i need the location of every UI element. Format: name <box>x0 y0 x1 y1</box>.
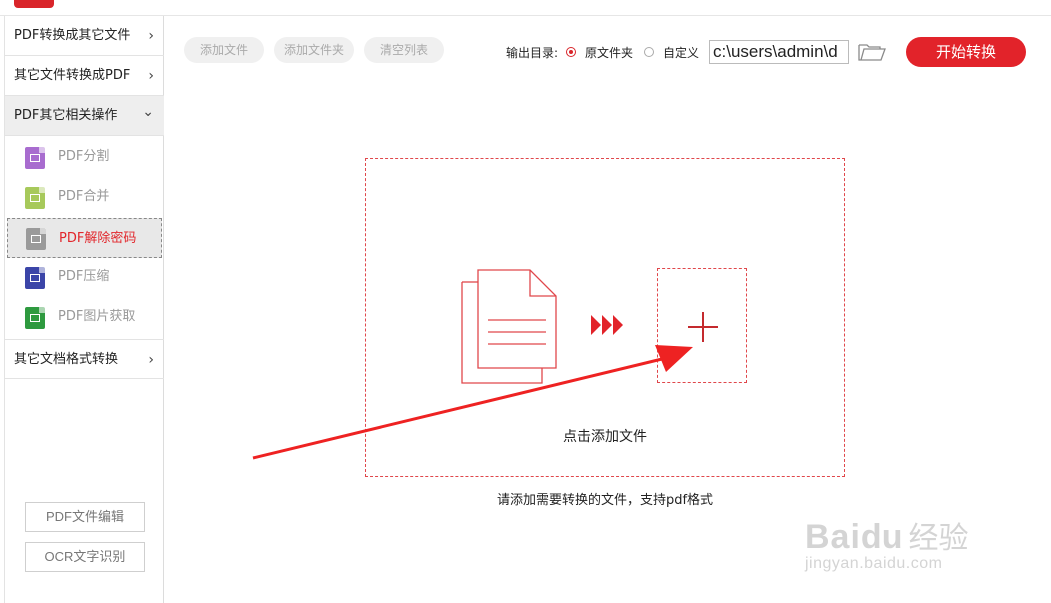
radio-original-folder[interactable] <box>566 47 576 57</box>
category-pdf-related[interactable]: PDF其它相关操作 ⌄ <box>5 96 164 136</box>
baidu-watermark: Baidu 经验 jingyan.baidu.com <box>805 513 968 573</box>
image-icon <box>25 307 45 329</box>
radio-original-label: 原文件夹 <box>585 46 634 60</box>
plus-icon <box>688 312 718 342</box>
sidebar-item-label: PDF解除密码 <box>59 231 137 246</box>
lock-icon <box>26 228 46 250</box>
category-label: 其它文件转换成PDF <box>14 68 131 83</box>
add-folder-button[interactable]: 添加文件夹 <box>274 37 354 63</box>
start-convert-button[interactable]: 开始转换 <box>906 37 1026 67</box>
app-logo <box>14 0 54 8</box>
ocr-button[interactable]: OCR文字识别 <box>25 542 145 572</box>
chevron-right-icon: › <box>148 68 154 84</box>
folder-open-icon[interactable] <box>858 42 886 62</box>
sidebar-item-pdf-image[interactable]: PDF图片获取 <box>5 297 164 337</box>
sidebar-item-label: PDF图片获取 <box>58 309 136 324</box>
pdf-edit-button[interactable]: PDF文件编辑 <box>25 502 145 532</box>
watermark-brand-du: du <box>860 518 903 556</box>
sidebar-item-label: PDF压缩 <box>58 269 110 284</box>
annotation-arrow <box>252 345 693 460</box>
compress-icon <box>25 267 45 289</box>
output-path-input[interactable]: c:\users\admin\d <box>709 40 849 64</box>
chevron-right-icon: › <box>148 352 154 368</box>
watermark-brand: Bai <box>805 518 861 556</box>
sidebar-item-pdf-compress[interactable]: PDF压缩 <box>5 257 164 297</box>
sidebar-item-label: PDF合并 <box>58 189 110 204</box>
radio-custom-folder[interactable] <box>644 47 654 57</box>
add-file-button[interactable]: 添加文件 <box>184 37 264 63</box>
watermark-cn: 经验 <box>908 522 969 555</box>
supported-format-hint: 请添加需要转换的文件，支持pdf格式 <box>496 493 714 508</box>
category-label: PDF其它相关操作 <box>14 108 118 123</box>
clear-list-button[interactable]: 清空列表 <box>364 37 444 63</box>
watermark-url: jingyan.baidu.com <box>805 555 943 572</box>
category-pdf-to-other[interactable]: PDF转换成其它文件 › <box>5 16 164 56</box>
chevron-right-icon: › <box>148 28 154 44</box>
category-other-to-pdf[interactable]: 其它文件转换成PDF › <box>5 56 164 96</box>
arrows-right-icon <box>591 315 623 335</box>
sidebar-item-pdf-split[interactable]: PDF分割 <box>5 137 164 177</box>
sidebar-item-pdf-unlock[interactable]: PDF解除密码 <box>7 218 162 258</box>
title-bar <box>0 0 1051 16</box>
output-dir-label: 输出目录: <box>506 46 559 60</box>
sidebar-item-pdf-merge[interactable]: PDF合并 <box>5 177 164 217</box>
category-label: PDF转换成其它文件 <box>14 28 131 43</box>
split-icon <box>25 147 45 169</box>
radio-custom-label: 自定义 <box>663 46 700 60</box>
merge-icon <box>25 187 45 209</box>
category-other-docs[interactable]: 其它文档格式转换 › <box>5 339 164 379</box>
category-label: 其它文档格式转换 <box>14 352 119 367</box>
chevron-down-icon: ⌄ <box>142 104 154 120</box>
sidebar: PDF转换成其它文件 › 其它文件转换成PDF › PDF其它相关操作 ⌄ PD… <box>4 16 164 603</box>
sidebar-item-label: PDF分割 <box>58 149 110 164</box>
